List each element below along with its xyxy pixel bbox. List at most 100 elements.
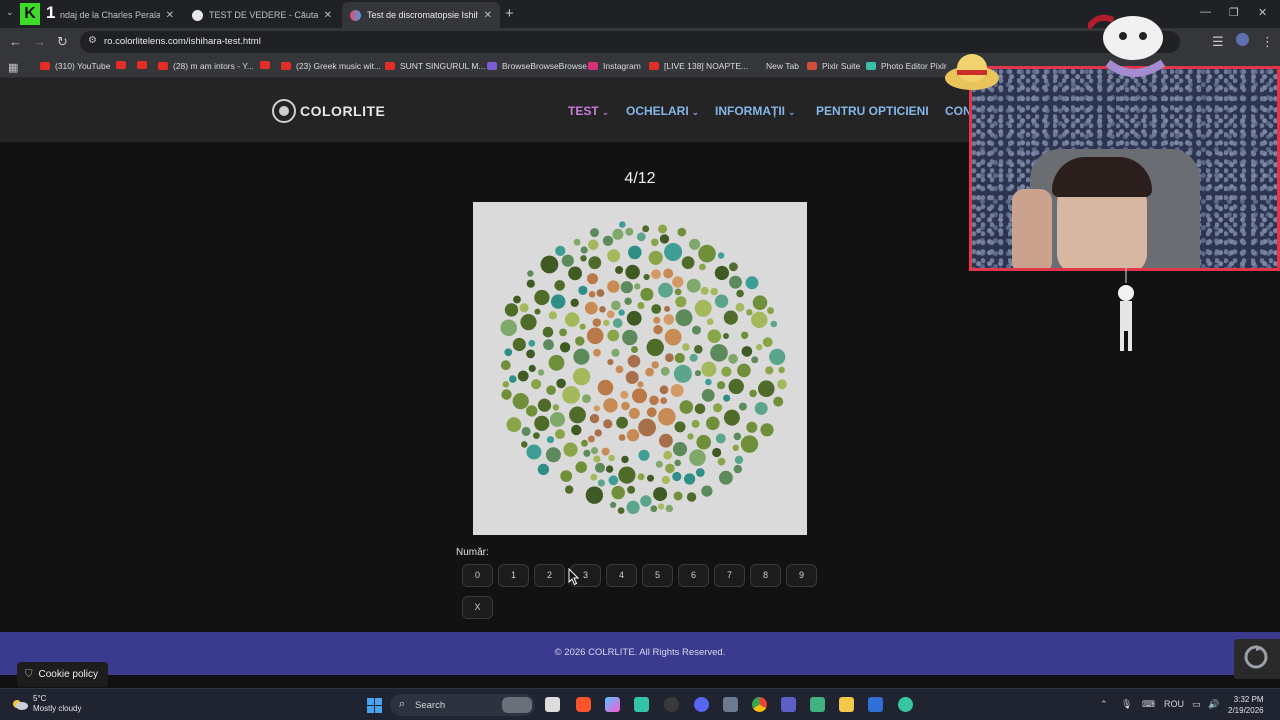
digit-button-1[interactable]: 1 xyxy=(498,564,529,587)
back-icon[interactable]: ← xyxy=(9,34,22,49)
tab-google-search[interactable]: TEST DE VEDERE - Căutare Goo ✕ xyxy=(184,2,340,28)
plate-dot xyxy=(552,404,560,411)
nav-label: CON xyxy=(945,104,972,118)
nav-pentru-opticieni[interactable]: PENTRU OPTICIENI xyxy=(816,104,929,118)
window-close-icon[interactable]: ✕ xyxy=(1258,6,1267,19)
plate-dot xyxy=(719,470,733,485)
close-icon[interactable]: ✕ xyxy=(484,10,492,21)
chevron-down-icon: ⌄ xyxy=(788,107,796,117)
new-tab-icon[interactable]: + xyxy=(505,5,514,22)
bookmark-youtube-3[interactable] xyxy=(137,61,152,69)
apps-grid-icon[interactable]: ▦ xyxy=(8,61,18,74)
taskbar-search[interactable]: ⌕ Search xyxy=(390,694,535,716)
tray-overflow-icon[interactable]: ⌃ xyxy=(1100,699,1108,710)
address-bar[interactable]: ⚙ ro.colorlitelens.com/ishihara-test.htm… xyxy=(80,31,1180,53)
close-icon[interactable]: ✕ xyxy=(324,10,332,21)
system-clock[interactable]: 3:32 PM 2/19/2026 xyxy=(1228,694,1264,716)
tab-search-icon[interactable]: ⌄ xyxy=(6,7,14,18)
discord-icon[interactable] xyxy=(694,697,709,712)
plate-dot xyxy=(762,337,773,348)
language-indicator[interactable]: ROU xyxy=(1164,699,1184,709)
network-icon[interactable]: ▭ xyxy=(1192,699,1201,710)
bookmark-m-am-intors[interactable]: (28) m am intors - Y... xyxy=(158,61,254,71)
bookmark-greek-music[interactable]: (23) Greek music wit... xyxy=(281,61,381,71)
digit-button-6[interactable]: 6 xyxy=(678,564,709,587)
plate-dot xyxy=(723,310,738,325)
clear-button[interactable]: X xyxy=(462,596,493,619)
plate-dot xyxy=(679,400,694,414)
nav-test[interactable]: TEST ⌄ xyxy=(568,104,609,118)
plate-dot xyxy=(733,464,742,474)
brave-icon[interactable] xyxy=(576,697,591,712)
plate-dot xyxy=(590,447,599,455)
copilot-icon[interactable] xyxy=(605,697,620,712)
keyboard-icon[interactable]: ⌨ xyxy=(1142,699,1155,710)
plate-dot xyxy=(579,323,586,330)
plate-dot xyxy=(512,393,529,410)
forward-icon[interactable]: → xyxy=(33,34,46,49)
bookmark-instagram[interactable]: Instagram xyxy=(588,61,641,71)
plate-dot xyxy=(663,314,675,325)
file-explorer-icon[interactable] xyxy=(839,697,854,712)
plate-dot xyxy=(695,468,705,477)
digit-button-2[interactable]: 2 xyxy=(534,564,565,587)
weather-widget[interactable]: 5°C Mostly cloudy xyxy=(12,694,81,714)
digit-button-8[interactable]: 8 xyxy=(750,564,781,587)
plate-dot xyxy=(699,263,706,271)
colorlite-logo[interactable]: COLORLITE xyxy=(272,99,385,123)
digit-button-9[interactable]: 9 xyxy=(786,564,817,587)
bookmark-youtube-2[interactable] xyxy=(116,61,131,69)
vim-icon[interactable] xyxy=(810,697,825,712)
customize-icon[interactable]: ☰ xyxy=(1212,34,1224,50)
digit-button-7[interactable]: 7 xyxy=(714,564,745,587)
close-icon[interactable]: ✕ xyxy=(166,10,174,21)
bookmark-youtube[interactable]: (310) YouTube xyxy=(40,61,110,71)
volume-icon[interactable]: 🔊 xyxy=(1208,699,1219,710)
app-icon-2[interactable] xyxy=(898,697,913,712)
bookmark-live-noapte[interactable]: [LIVE 138] NOAPTE... xyxy=(649,61,748,71)
minimize-icon[interactable]: — xyxy=(1200,6,1211,18)
task-view-icon[interactable] xyxy=(545,697,560,712)
microphone-icon[interactable]: 🎙 xyxy=(1121,699,1132,710)
menu-icon[interactable]: ⋮ xyxy=(1261,34,1274,50)
bookmark-pixlr-suite[interactable]: Pixlr Suite xyxy=(807,61,860,71)
calculator-icon[interactable] xyxy=(723,697,738,712)
plate-dot xyxy=(729,262,738,272)
plate-dot xyxy=(770,320,778,328)
bookmark-browse[interactable]: BrowseBrowseBrowse xyxy=(487,61,587,71)
plate-dot xyxy=(658,408,676,426)
photos-icon[interactable] xyxy=(634,697,649,712)
digit-button-0[interactable]: 0 xyxy=(462,564,493,587)
bookmark-new-tab[interactable]: New Tab xyxy=(766,61,799,71)
youtube-icon xyxy=(281,62,291,70)
site-info-icon[interactable]: ⚙ xyxy=(88,35,97,46)
plate-dot xyxy=(637,473,645,481)
cookie-policy-button[interactable]: ⛉ Cookie policy xyxy=(17,662,108,687)
obs-icon[interactable] xyxy=(664,697,679,712)
bookmark-photo-editor[interactable]: Photo Editor Pixlr xyxy=(866,61,947,71)
nav-ochelari[interactable]: OCHELARI ⌄ xyxy=(626,104,699,118)
digit-button-4[interactable]: 4 xyxy=(606,564,637,587)
plate-dot xyxy=(706,416,720,431)
plate-dot xyxy=(686,492,697,502)
profile-avatar[interactable] xyxy=(1236,33,1249,46)
windows-start-icon[interactable] xyxy=(367,698,382,713)
plate-dot xyxy=(637,302,645,310)
nav-informatii[interactable]: INFORMAȚII ⌄ xyxy=(715,104,796,118)
nav-contact[interactable]: CON xyxy=(945,104,972,118)
digit-button-5[interactable]: 5 xyxy=(642,564,673,587)
app-icon[interactable] xyxy=(868,697,883,712)
chrome-icon[interactable] xyxy=(752,697,767,712)
bookmark-sunt-singurul[interactable]: SUNT SINGURUL M... xyxy=(385,61,485,71)
tab-ishihara-test[interactable]: Test de discromatopsie Ishihar ✕ xyxy=(342,2,500,28)
reload-icon[interactable]: ↻ xyxy=(57,34,68,50)
tab-youtube[interactable]: ndaj de la Charles Perala - Yo ✕ xyxy=(40,2,182,28)
bookmark-youtube-4[interactable] xyxy=(260,61,275,69)
restore-icon[interactable]: ❐ xyxy=(1229,6,1239,19)
recaptcha-badge[interactable] xyxy=(1234,639,1280,679)
teams-icon[interactable] xyxy=(781,697,796,712)
instagram-icon xyxy=(588,62,598,70)
plate-dot xyxy=(592,318,602,327)
search-highlight-icon xyxy=(502,697,532,713)
shield-icon: ⛉ xyxy=(25,669,33,680)
